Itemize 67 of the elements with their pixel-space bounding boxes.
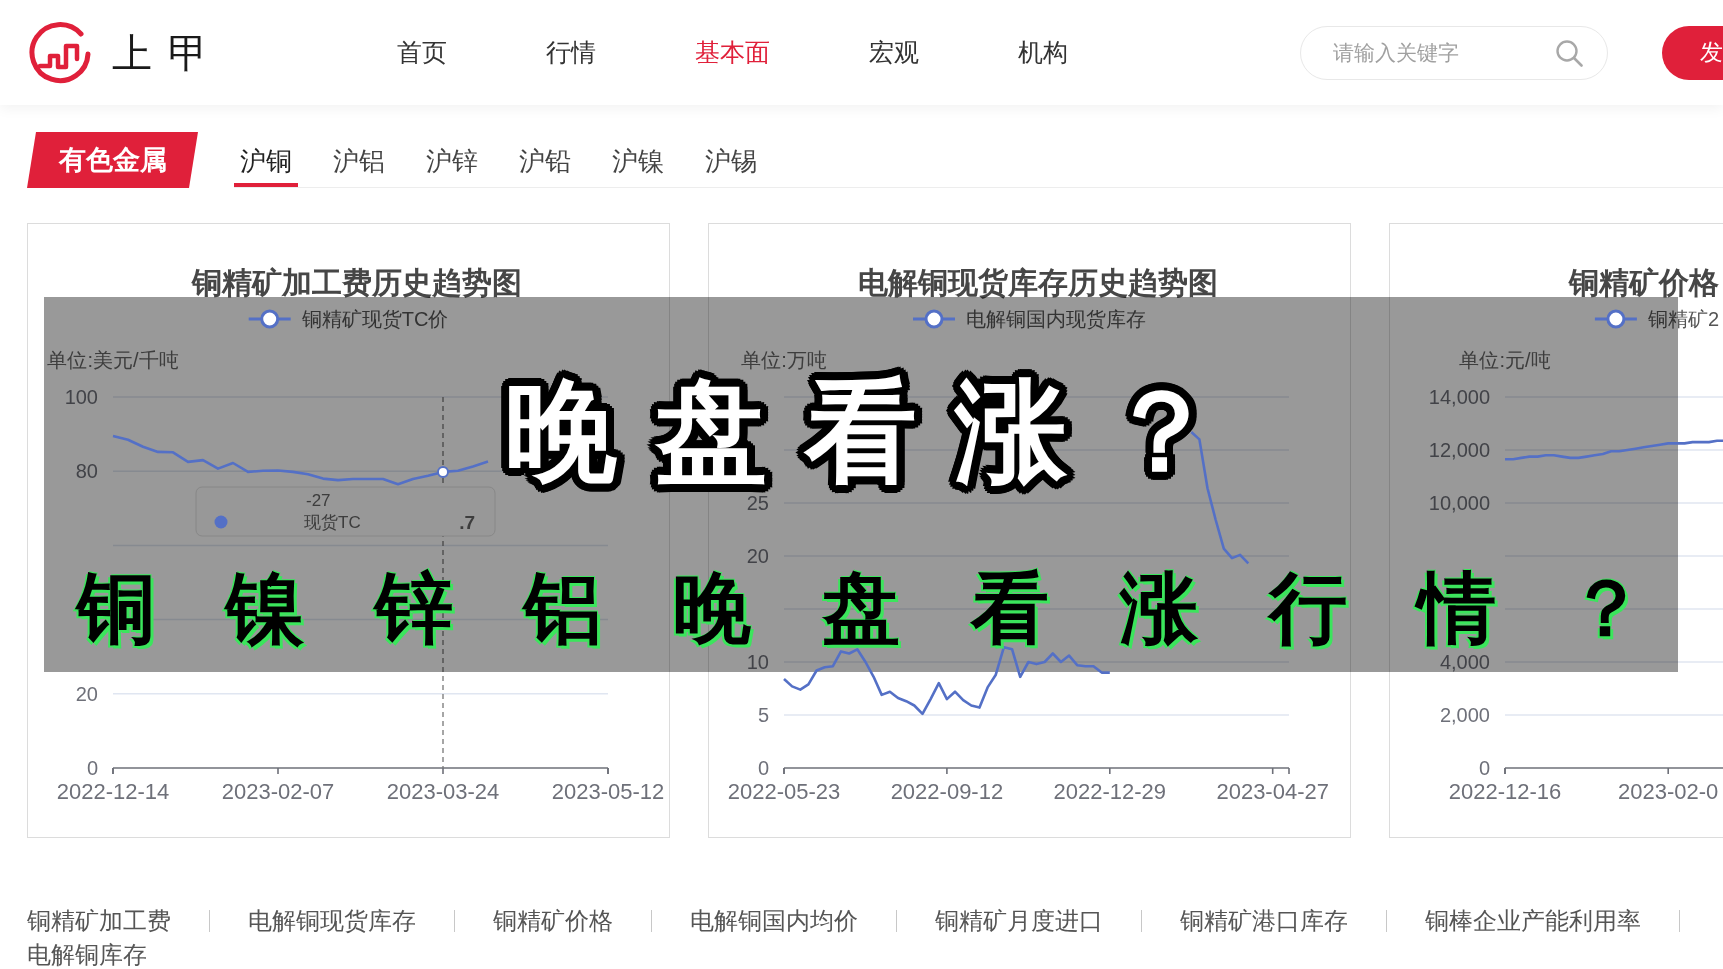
nav-link[interactable]: 首页 xyxy=(397,35,447,70)
y-axis-label: 80 xyxy=(75,460,98,483)
footer-link[interactable]: 电解铜现货库存 xyxy=(248,904,416,938)
y-axis-label: 20 xyxy=(746,545,769,567)
legend-icon[interactable] xyxy=(1594,309,1637,329)
x-axis-label: 2023-03-24 xyxy=(386,778,500,804)
footer-link[interactable]: 铜精矿价格 xyxy=(493,904,613,938)
tooltip-value: .7 xyxy=(459,511,475,533)
x-axis-label: 2022-05-23 xyxy=(727,778,841,804)
footer-link[interactable]: 铜精矿加工费 xyxy=(27,904,171,938)
logo-text: 上甲 xyxy=(112,28,224,77)
x-axis-label: 2023-02-07 xyxy=(221,778,335,804)
y-axis-label: 12,000 xyxy=(1428,439,1490,461)
x-axis-label: 2022-09-12 xyxy=(890,778,1004,804)
market-tab[interactable]: 沪铅 xyxy=(513,145,577,187)
footer-link[interactable]: 铜棒企业产能利用率 xyxy=(1425,904,1641,938)
y-axis-label: 0 xyxy=(1478,757,1490,779)
y-axis-label: 20 xyxy=(75,682,98,705)
footer-link[interactable]: 铜精矿港口库存 xyxy=(1180,904,1348,938)
nav-link[interactable]: 行情 xyxy=(546,35,596,70)
subheadline-text: 铜镍锌铝晚盘看涨行情？ xyxy=(77,568,1716,648)
unit-label: 单位:万吨 xyxy=(741,349,827,371)
search-field[interactable]: 请输入关键字 xyxy=(1300,25,1608,80)
y-axis-label: 100 xyxy=(64,386,98,408)
market-tab[interactable]: 沪锡 xyxy=(699,145,763,187)
unit-label: 单位:美元/千吨 xyxy=(47,349,179,371)
market-tab[interactable]: 沪铝 xyxy=(327,145,391,187)
tooltip-label: 现货TC xyxy=(304,512,361,532)
footer-link[interactable]: 铜精矿月度进口 xyxy=(935,904,1103,938)
y-axis-label: 0 xyxy=(757,757,769,779)
y-axis-label: 25 xyxy=(746,492,769,514)
market-tab[interactable]: 沪铜 xyxy=(234,145,298,187)
unit-label: 单位:元/吨 xyxy=(1459,349,1551,371)
legend-icon[interactable] xyxy=(913,309,955,329)
tooltip-date: -27 xyxy=(306,490,331,510)
y-axis-label: 2,000 xyxy=(1439,704,1490,726)
x-axis-label: 2023-05-12 xyxy=(551,778,665,804)
nav-link[interactable]: 基本面 xyxy=(695,35,770,70)
point-marker-icon xyxy=(437,465,449,478)
legend-label[interactable]: 铜精矿现货TC价 xyxy=(301,308,449,330)
y-axis-label: 10,000 xyxy=(1428,492,1490,514)
y-axis-label: 14,000 xyxy=(1428,386,1490,408)
x-axis-label: 2023-04-27 xyxy=(1216,778,1329,804)
nav-link[interactable]: 机构 xyxy=(1018,35,1068,70)
market-tab[interactable]: 沪镍 xyxy=(606,145,670,187)
footer-link[interactable]: 电解铜国内均价 xyxy=(690,904,858,938)
chart-title: 电解铜现货库存历史趋势图 xyxy=(857,265,1218,299)
x-axis-label: 2022-12-14 xyxy=(56,778,170,804)
y-axis-label: 4,000 xyxy=(1439,651,1490,673)
chart-title: 铜精矿加工费历史趋势图 xyxy=(191,265,522,299)
market-tab[interactable]: 沪锌 xyxy=(420,145,484,187)
y-axis-label: 5 xyxy=(757,704,769,726)
post-button[interactable]: 发 xyxy=(1662,25,1723,80)
headline-text: 晚盘看涨？ xyxy=(505,375,1255,487)
legend-label[interactable]: 铜精矿2 xyxy=(1647,308,1720,330)
y-axis-label: 10 xyxy=(746,651,769,673)
nav-link[interactable]: 宏观 xyxy=(869,35,919,70)
logo-icon xyxy=(27,20,93,85)
x-axis-label: 2023-02-0 xyxy=(1618,778,1719,804)
x-axis-label: 2022-12-16 xyxy=(1448,778,1562,804)
legend-label[interactable]: 电解铜国内现货库存 xyxy=(966,308,1146,330)
x-axis-label: 2022-12-29 xyxy=(1053,778,1167,804)
footer-link[interactable]: 电解铜库存 xyxy=(27,938,147,969)
category-badge: 有色金属 xyxy=(27,132,198,188)
legend-icon[interactable] xyxy=(248,309,291,329)
chart-title: 铜精矿价格 xyxy=(1569,265,1719,299)
y-axis-label: 0 xyxy=(86,757,98,779)
